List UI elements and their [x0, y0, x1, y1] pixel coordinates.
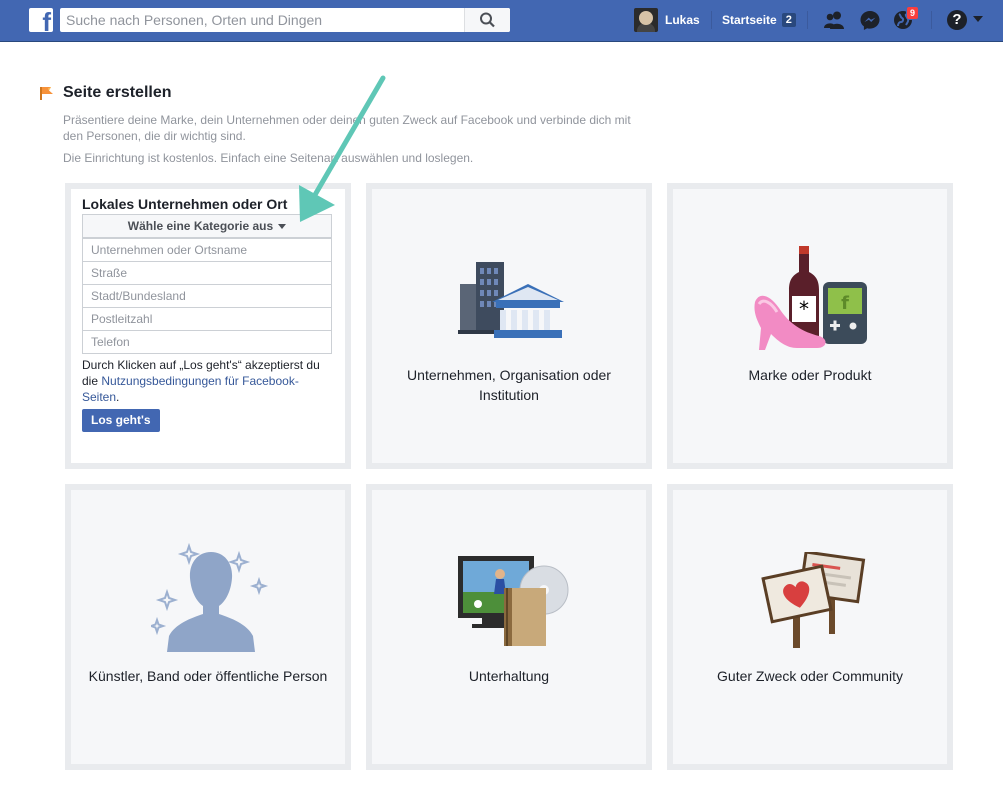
intro-subtext: Die Einrichtung ist kostenlos. Einfach e… [63, 151, 474, 165]
category-tile-cause[interactable]: Guter Zweck oder Community [667, 484, 953, 770]
cause-community-icon [761, 552, 866, 648]
terms-link[interactable]: Nutzungsbedingungen für Facebook-Seiten [82, 374, 299, 404]
category-tile-artist[interactable]: Künstler, Band oder öffentliche Person [65, 484, 351, 770]
nav-divider [807, 11, 808, 29]
business-name-field[interactable] [82, 238, 332, 262]
terms-text: Durch Klicken auf „Los geht's“ akzeptier… [82, 357, 334, 405]
brand-product-icon: * f [754, 246, 867, 350]
get-started-button[interactable]: Los geht's [82, 409, 160, 432]
notifications-count-badge: 9 [906, 6, 920, 20]
home-count-badge: 2 [781, 13, 796, 27]
public-figure-icon [151, 542, 269, 652]
flag-icon [40, 87, 53, 100]
category-select[interactable]: Wähle eine Kategorie aus [82, 214, 332, 238]
city-state-field[interactable] [82, 284, 332, 308]
local-business-title: Lokales Unternehmen oder Ort [82, 196, 288, 212]
local-business-card: Lokales Unternehmen oder Ort Wähle eine … [65, 183, 351, 469]
messenger-icon[interactable] [859, 9, 881, 31]
profile-link[interactable]: Lukas [634, 8, 700, 32]
category-select-label: Wähle eine Kategorie aus [127, 219, 274, 233]
page-title: Seite erstellen [63, 84, 172, 101]
category-label: Guter Zweck oder Community [717, 668, 903, 684]
nav-divider [931, 11, 932, 29]
page-header: Seite erstellen [39, 84, 172, 102]
category-tile-company[interactable]: Unternehmen, Organisation oder Instituti… [366, 183, 652, 469]
category-tile-brand[interactable]: * f Marke oder Produkt [667, 183, 953, 469]
friend-requests-icon[interactable] [823, 9, 845, 31]
terms-suffix: . [116, 390, 120, 404]
zip-field[interactable] [82, 307, 332, 331]
facebook-logo-icon[interactable]: f [29, 8, 53, 35]
entertainment-media-icon [458, 556, 569, 646]
chevron-down-icon[interactable] [973, 16, 983, 22]
category-label: Marke oder Produkt [748, 367, 872, 383]
home-link[interactable]: Startseite 2 [722, 8, 796, 32]
category-label: Unternehmen, Organisation oder Instituti… [407, 367, 611, 403]
top-navigation-bar: f Lukas Startseite 2 9 ? [0, 0, 1003, 42]
home-label: Startseite [722, 13, 777, 27]
chevron-down-icon [278, 224, 287, 230]
help-icon[interactable]: ? [947, 10, 967, 30]
category-label: Künstler, Band oder öffentliche Person [88, 668, 328, 684]
company-buildings-icon [458, 262, 564, 338]
search-input[interactable] [60, 8, 462, 32]
avatar [634, 8, 658, 32]
category-tile-entertainment[interactable]: Unterhaltung [366, 484, 652, 770]
svg-text:f: f [841, 293, 849, 314]
search-icon [480, 12, 495, 28]
nav-divider [711, 11, 712, 29]
svg-text:*: * [799, 297, 809, 321]
intro-text: Präsentiere deine Marke, dein Unternehme… [63, 113, 631, 143]
street-field[interactable] [82, 261, 332, 285]
search-box [60, 8, 510, 32]
search-button[interactable] [464, 8, 510, 32]
category-label: Unterhaltung [468, 668, 550, 684]
phone-field[interactable] [82, 330, 332, 354]
user-name: Lukas [665, 13, 700, 27]
